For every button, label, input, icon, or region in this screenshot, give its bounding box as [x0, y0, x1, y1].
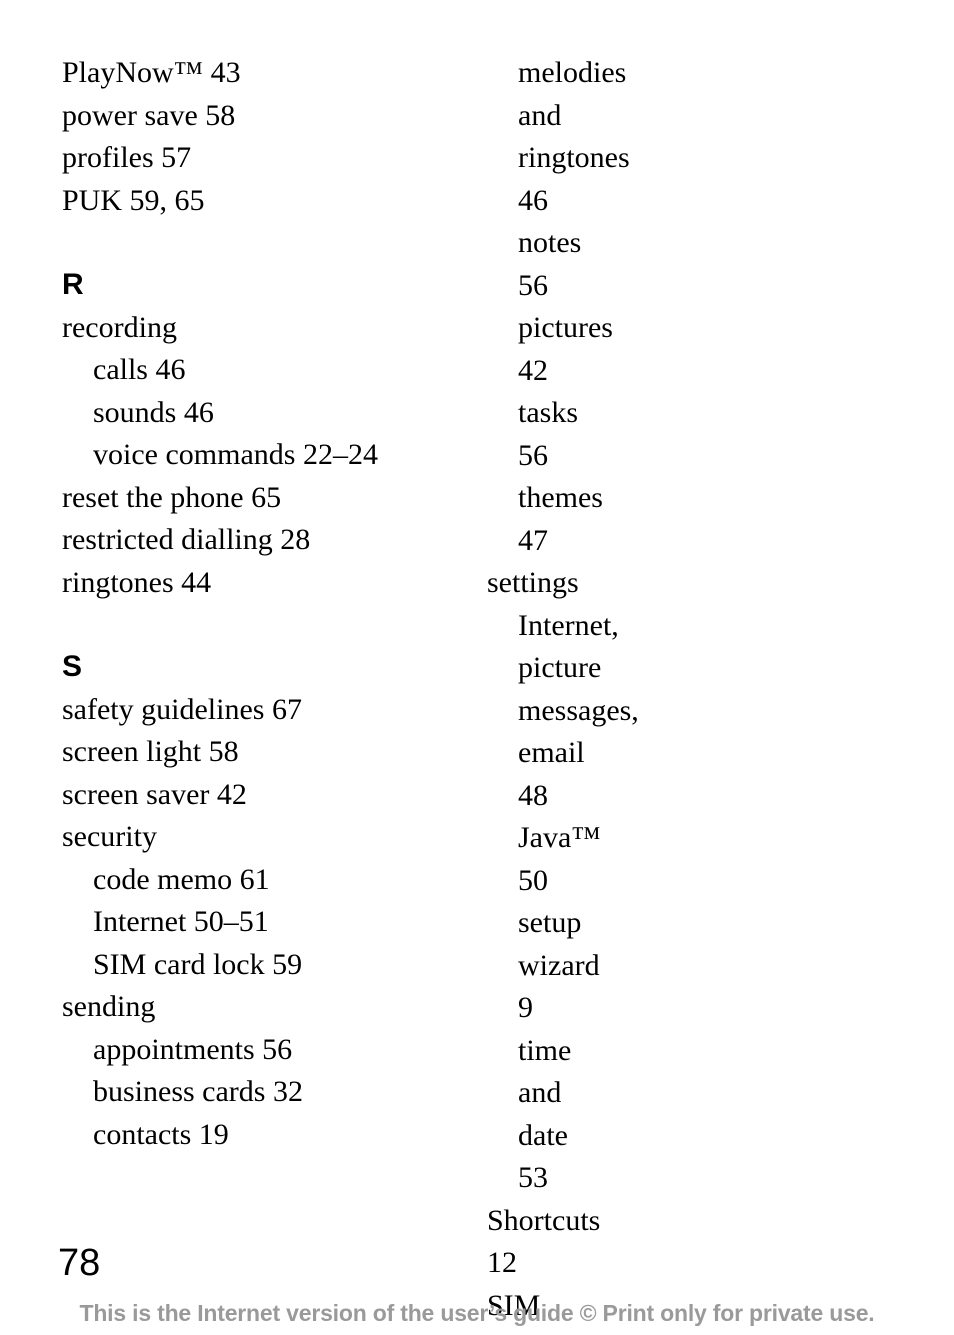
index-entry: pictures 42 — [518, 311, 621, 387]
index-entry: settings — [487, 566, 579, 599]
index-entry: time and date 53 — [518, 1033, 579, 1195]
index-columns: PlayNow™ 43 power save 58 profiles 57 PUK 5… — [0, 52, 954, 1335]
index-entry: Internet, picture messages, email 48 — [518, 608, 639, 812]
index-entry: tasks 56 — [518, 396, 586, 472]
index-entry: setup wizard 9 — [518, 906, 608, 1024]
index-entry: Java™ 50 — [518, 821, 609, 897]
footer-notice: This is the Internet version of the user… — [79, 1300, 875, 1326]
index-entry: Shortcuts 12 — [487, 1203, 608, 1280]
index-entry: melodies and ringtones 46 — [518, 56, 638, 217]
index-entry: themes 47 — [518, 481, 611, 557]
index-right-column: melodies and ringtones 46 notes 56 picture… — [0, 52, 639, 1335]
index-page: PlayNow™ 43 power save 58 profiles 57 PUK 5… — [0, 0, 954, 1335]
page-number: 78 — [58, 1242, 101, 1284]
index-entry: notes 56 — [518, 226, 589, 302]
